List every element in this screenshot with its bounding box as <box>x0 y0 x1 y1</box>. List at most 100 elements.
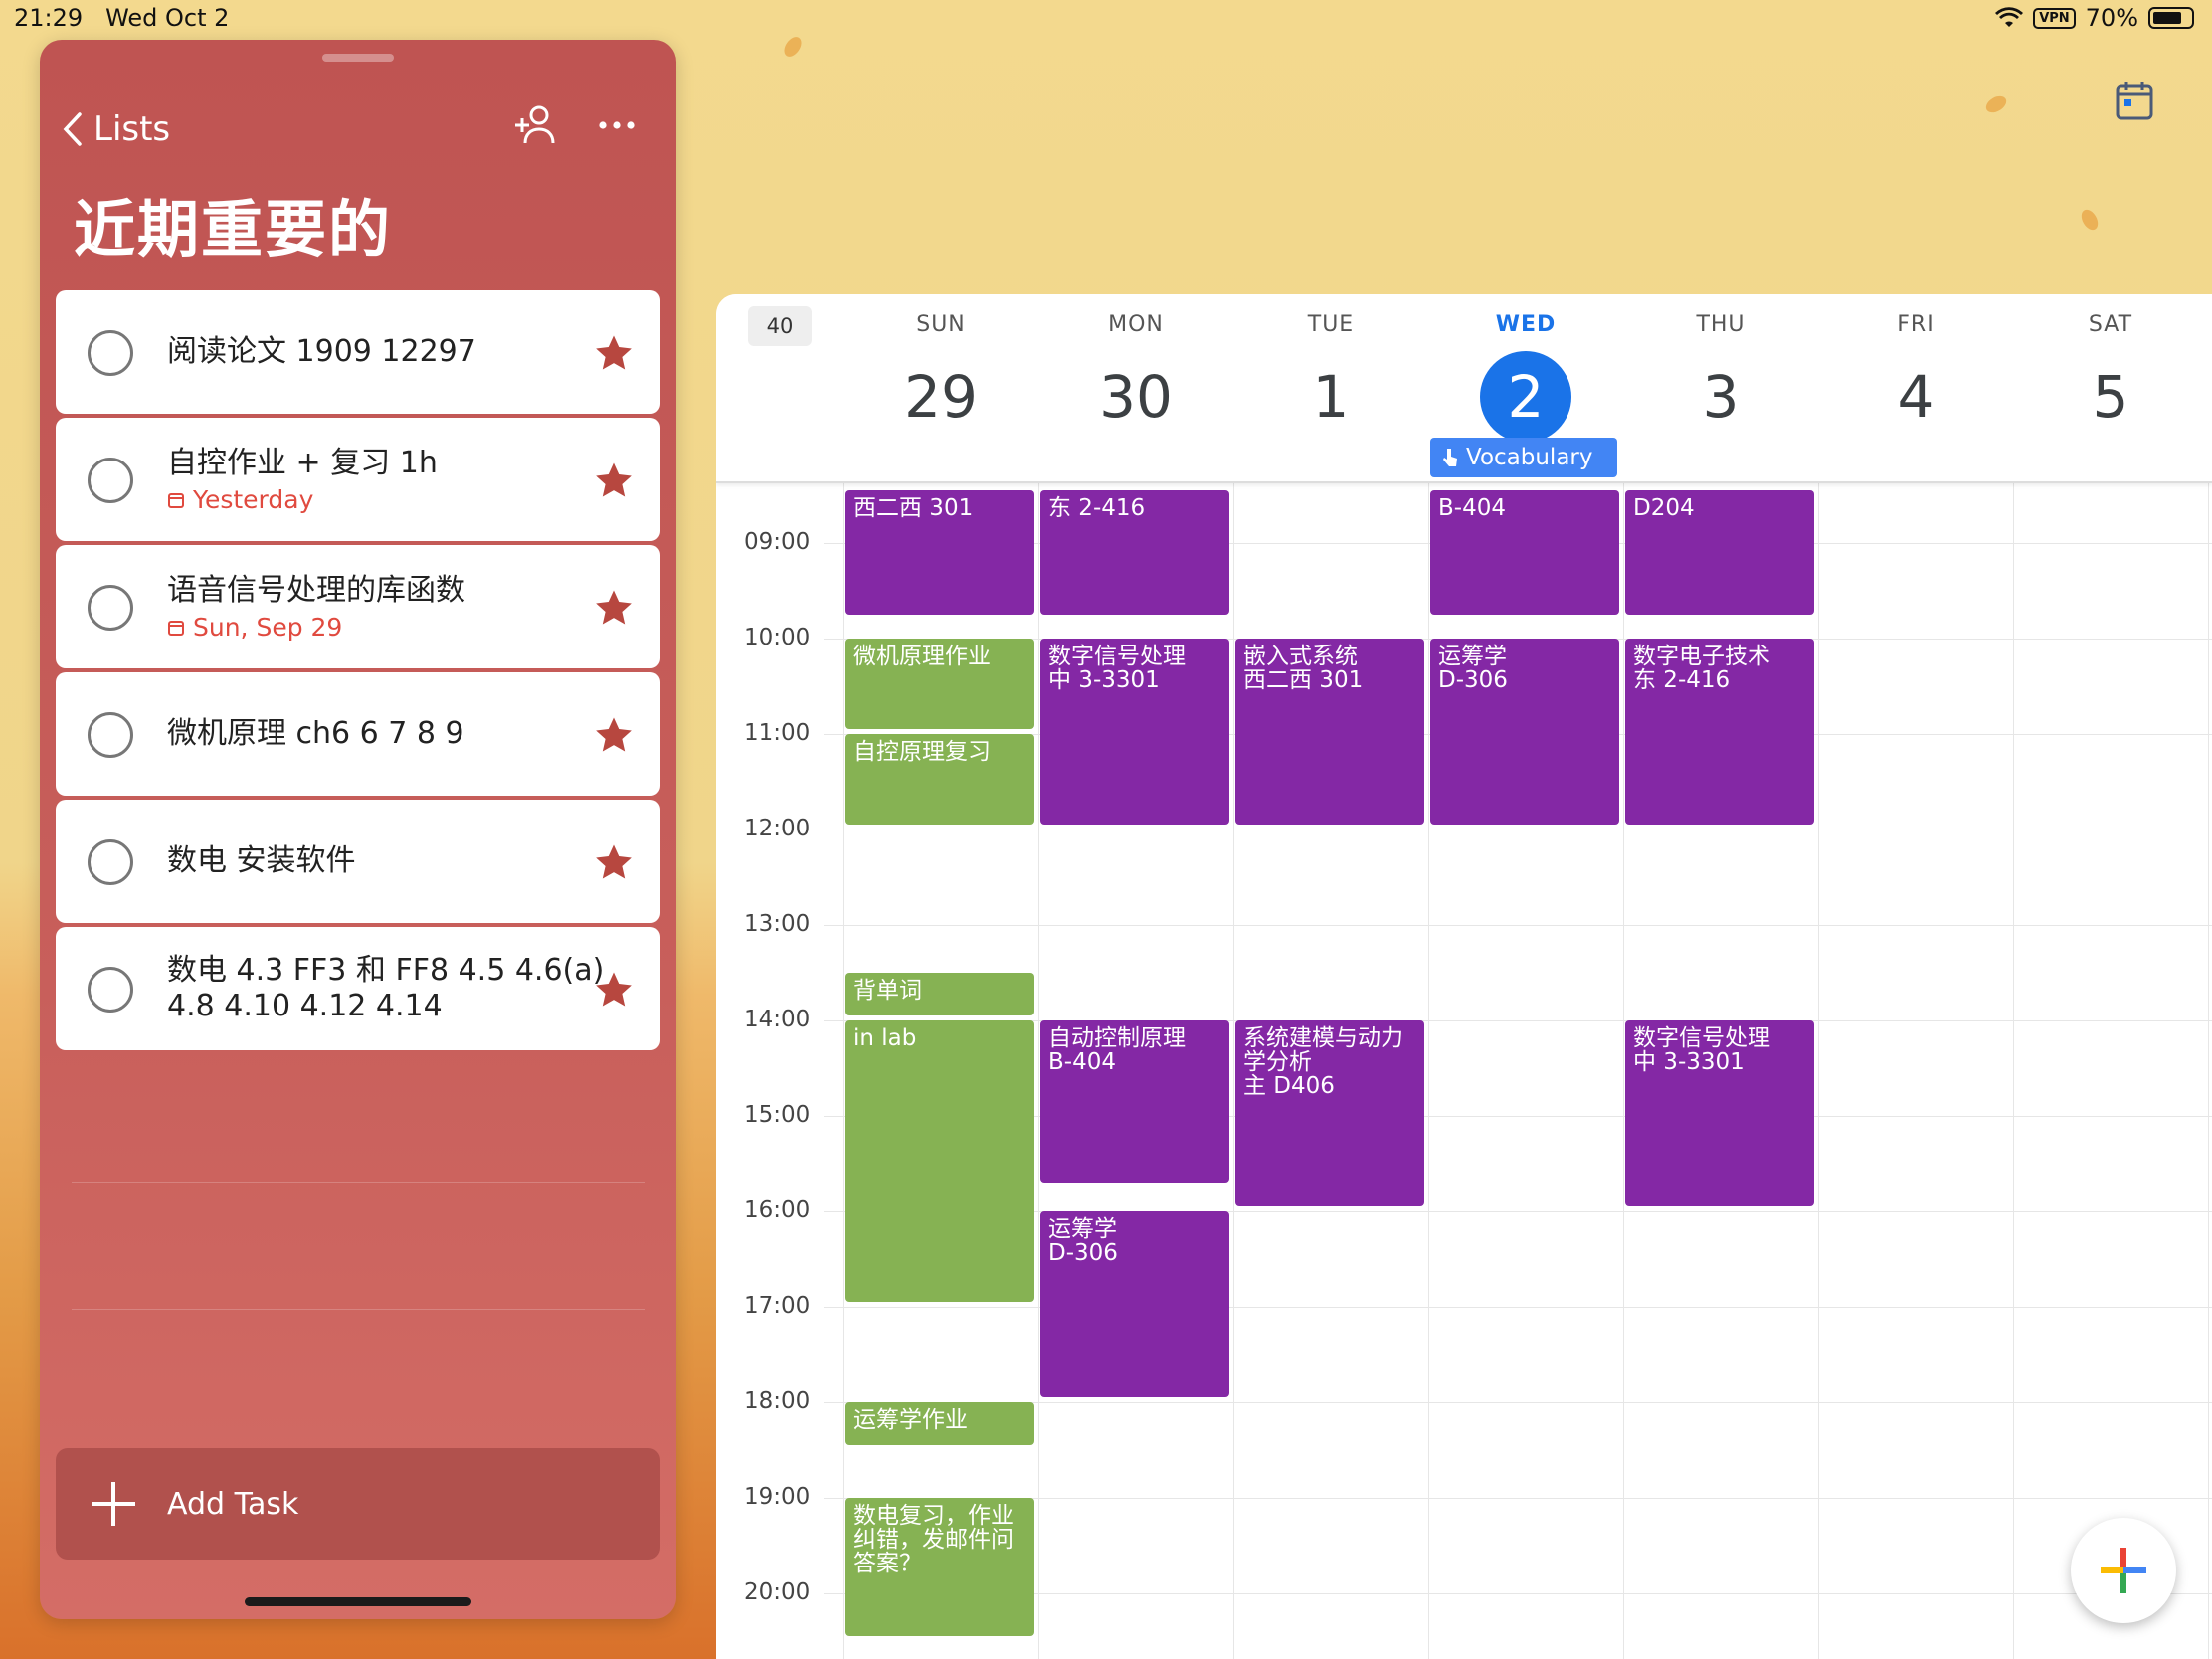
calendar-event[interactable]: 东 2-416 <box>1040 490 1229 615</box>
star-icon[interactable] <box>593 969 635 1011</box>
hour-line <box>824 925 2212 926</box>
hour-label: 17:00 <box>744 1293 811 1319</box>
hour-label: 11:00 <box>744 720 811 746</box>
task-title: 阅读论文 1909 12297 <box>167 334 476 369</box>
task-title: 自控作业 + 复习 1h <box>167 446 438 480</box>
calendar-event[interactable]: 西二西 301 <box>845 490 1034 615</box>
calendar-event[interactable]: 微机原理作业 <box>845 639 1034 730</box>
task-title: 数电 4.3 FF3 和 FF8 4.5 4.6(a) <box>167 953 605 988</box>
calendar-small-icon <box>168 620 184 636</box>
calendar-event[interactable]: 背单词 <box>845 973 1034 1016</box>
day-header-tue[interactable]: TUE 1 <box>1233 294 1428 454</box>
complete-checkbox[interactable] <box>88 585 133 631</box>
day-column-divider <box>2013 454 2014 1659</box>
day-number: 1 <box>1312 363 1350 431</box>
calendar-event[interactable]: 数字信号处理 中 3-3301 <box>1040 639 1229 826</box>
background-leaf <box>1982 92 2010 116</box>
week-calendar: 40 SUN 29 MON 30 TUE 1 WED 2 THU 3 FRI 4 SAT 5 … <box>716 294 2212 1659</box>
day-name: MON <box>1108 312 1164 337</box>
calendar-small-icon <box>168 492 184 508</box>
calendar-event[interactable]: 自动控制原理 B-404 <box>1040 1020 1229 1184</box>
calendar-event[interactable]: 系统建模与动力学分析 主 D406 <box>1235 1020 1424 1207</box>
add-task-button[interactable]: Add Task <box>56 1448 660 1560</box>
all-day-event[interactable]: Vocabulary <box>1430 438 1617 477</box>
day-number: 30 <box>1099 363 1173 431</box>
task-item[interactable]: 数电 4.3 FF3 和 FF8 4.5 4.6(a) 4.8 4.10 4.1… <box>56 927 660 1050</box>
day-column-divider <box>1623 454 1624 1659</box>
day-header-wed-today[interactable]: WED 2 <box>1428 294 1623 454</box>
more-options-icon[interactable] <box>591 99 643 151</box>
hour-label: 14:00 <box>744 1007 811 1032</box>
task-item[interactable]: 微机原理 ch6 6 7 8 9 <box>56 672 660 796</box>
background-leaf <box>2078 206 2102 234</box>
add-task-label: Add Task <box>167 1486 299 1522</box>
day-header-sun[interactable]: SUN 29 <box>843 294 1038 454</box>
hour-label: 16:00 <box>744 1198 811 1223</box>
day-header-sat[interactable]: SAT 5 <box>2013 294 2208 454</box>
status-right: VPN 70% <box>1995 4 2194 32</box>
battery-icon <box>2148 7 2194 29</box>
star-icon[interactable] <box>593 714 635 756</box>
task-due-date: Yesterday <box>167 485 313 514</box>
battery-percent: 70% <box>2085 4 2138 32</box>
day-name: TUE <box>1307 312 1355 337</box>
day-name: SAT <box>2088 312 2133 337</box>
calendar-event[interactable]: D204 <box>1625 490 1814 615</box>
day-column-divider <box>1233 454 1234 1659</box>
day-name: FRI <box>1897 312 1935 337</box>
calendar-event[interactable]: 自控原理复习 <box>845 734 1034 826</box>
star-icon[interactable] <box>593 587 635 629</box>
complete-checkbox[interactable] <box>88 712 133 758</box>
status-bar: 21:29 Wed Oct 2 VPN 70% <box>0 0 2212 40</box>
due-label: Sun, Sep 29 <box>193 613 343 642</box>
day-header-fri[interactable]: FRI 4 <box>1818 294 2013 454</box>
hour-label: 15:00 <box>744 1102 811 1128</box>
task-item[interactable]: 数电 安装软件 <box>56 800 660 923</box>
complete-checkbox[interactable] <box>88 967 133 1013</box>
star-icon[interactable] <box>593 841 635 883</box>
complete-checkbox[interactable] <box>88 458 133 503</box>
calendar-event[interactable]: 数电复习，作业纠错，发邮件问答案？ <box>845 1498 1034 1637</box>
hour-label: 19:00 <box>744 1484 811 1510</box>
day-name: WED <box>1495 312 1557 337</box>
day-number: 2 <box>1480 351 1571 443</box>
chevron-left-icon <box>63 112 82 146</box>
star-icon[interactable] <box>593 332 635 374</box>
empty-row-divider <box>72 1309 645 1310</box>
day-header-mon[interactable]: MON 30 <box>1038 294 1233 454</box>
calendar-event[interactable]: 运筹学 D-306 <box>1040 1211 1229 1398</box>
calendar-event[interactable]: 运筹学作业 <box>845 1402 1034 1446</box>
week-number: 40 <box>748 306 812 346</box>
vpn-badge: VPN <box>2033 7 2076 29</box>
calendar-today-icon[interactable] <box>2115 80 2154 121</box>
hour-label: 09:00 <box>744 529 811 555</box>
share-person-icon[interactable] <box>511 99 563 151</box>
day-header-thu[interactable]: THU 3 <box>1623 294 1818 454</box>
drag-handle[interactable] <box>322 54 394 62</box>
calendar-header: 40 SUN 29 MON 30 TUE 1 WED 2 THU 3 FRI 4 SAT 5 … <box>716 294 2212 483</box>
calendar-event[interactable]: B-404 <box>1430 490 1619 615</box>
calendar-event[interactable]: 运筹学 D-306 <box>1430 639 1619 826</box>
task-title: 语音信号处理的库函数 <box>167 573 465 608</box>
complete-checkbox[interactable] <box>88 330 133 376</box>
calendar-event[interactable]: 嵌入式系统 西二西 301 <box>1235 639 1424 826</box>
calendar-event[interactable]: 数字电子技术 东 2-416 <box>1625 639 1814 826</box>
create-event-button[interactable] <box>2071 1518 2176 1623</box>
star-icon[interactable] <box>593 460 635 501</box>
day-column-divider <box>843 454 844 1659</box>
day-column-divider <box>1038 454 1039 1659</box>
task-item[interactable]: 自控作业 + 复习 1h Yesterday <box>56 418 660 541</box>
home-indicator <box>245 1597 471 1606</box>
task-item[interactable]: 语音信号处理的库函数 Sun, Sep 29 <box>56 545 660 668</box>
hour-label: 13:00 <box>744 911 811 937</box>
calendar-event[interactable]: in lab <box>845 1020 1034 1303</box>
task-title: 微机原理 ch6 6 7 8 9 <box>167 716 464 751</box>
task-item[interactable]: 阅读论文 1909 12297 <box>56 290 660 414</box>
complete-checkbox[interactable] <box>88 839 133 885</box>
plus-icon <box>2101 1548 2146 1593</box>
day-number: 3 <box>1702 363 1740 431</box>
calendar-event[interactable]: 数字信号处理 中 3-3301 <box>1625 1020 1814 1207</box>
hour-label: 18:00 <box>744 1388 811 1414</box>
back-to-lists-button[interactable]: Lists <box>62 103 170 155</box>
day-name: SUN <box>916 312 966 337</box>
